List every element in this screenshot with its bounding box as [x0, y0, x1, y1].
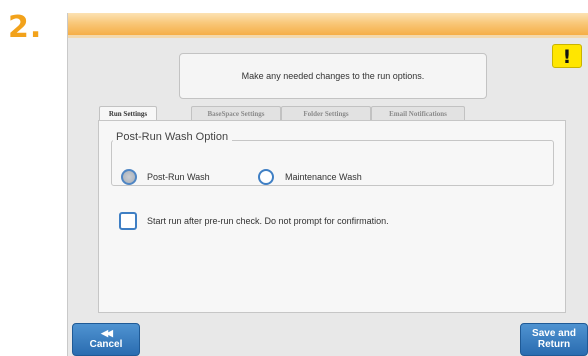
start-run-checkbox[interactable]	[119, 212, 137, 230]
start-run-label: Start run after pre-run check. Do not pr…	[147, 216, 389, 226]
tab-email-notifications[interactable]: Email Notifications	[371, 106, 465, 120]
step-number: 2.	[8, 10, 43, 45]
post-run-wash-radio[interactable]	[121, 169, 137, 185]
maintenance-wash-label: Maintenance Wash	[285, 172, 362, 182]
run-options-window: ! Make any needed changes to the run opt…	[67, 13, 588, 356]
cancel-label: Cancel	[89, 339, 123, 350]
save-label-line1: Save and	[532, 328, 576, 339]
instruction-message: Make any needed changes to the run optio…	[179, 53, 487, 99]
tab-run-settings[interactable]: Run Settings	[99, 106, 157, 121]
cancel-button[interactable]: ◀◀ Cancel	[72, 323, 140, 356]
save-label-line2: Return	[537, 339, 571, 350]
title-bar-underline	[68, 35, 588, 38]
run-settings-panel: Post-Run Wash Option Post-Run Wash Maint…	[98, 120, 566, 313]
maintenance-wash-radio[interactable]	[258, 169, 274, 185]
tab-basespace-settings[interactable]: BaseSpace Settings	[191, 106, 281, 120]
save-and-return-button[interactable]: Save and Return	[520, 323, 588, 356]
tab-folder-settings[interactable]: Folder Settings	[281, 106, 371, 120]
warning-button[interactable]: !	[552, 44, 582, 68]
exclamation-icon: !	[562, 46, 572, 68]
wash-option-legend: Post-Run Wash Option	[113, 130, 233, 144]
post-run-wash-label: Post-Run Wash	[147, 172, 210, 182]
rewind-icon: ◀◀	[101, 328, 113, 338]
title-bar	[68, 13, 588, 35]
